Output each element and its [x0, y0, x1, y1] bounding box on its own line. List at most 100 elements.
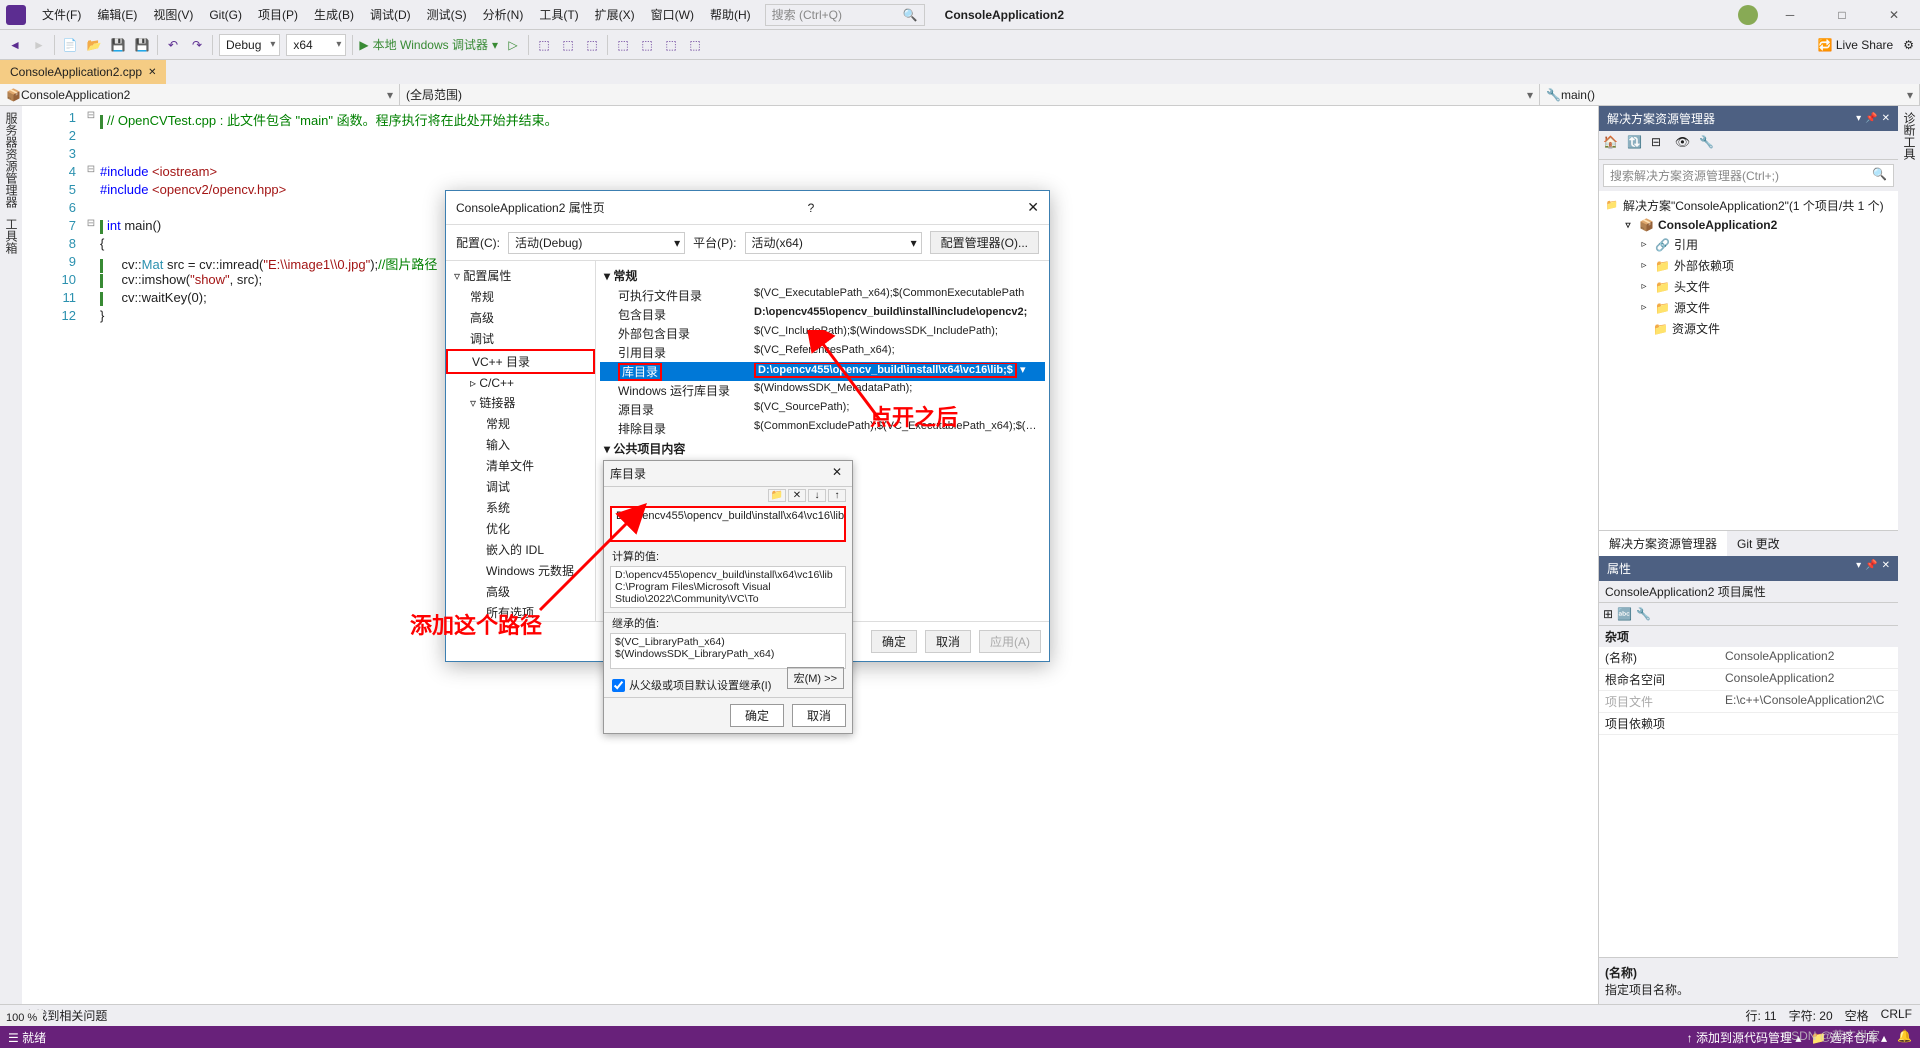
undo-icon[interactable]: ↶: [164, 36, 182, 54]
popup-new-icon[interactable]: 📁: [768, 489, 786, 502]
dialog-close-icon[interactable]: ✕: [1027, 199, 1039, 216]
menu-extensions[interactable]: 扩展(X): [587, 2, 643, 27]
tb-icon-4[interactable]: ⬚: [614, 36, 632, 54]
tree-debug[interactable]: 调试: [446, 328, 595, 349]
tab-solution-explorer[interactable]: 解决方案资源管理器: [1599, 531, 1727, 556]
sln-props-icon[interactable]: 🔧: [1699, 135, 1719, 155]
props-row-name[interactable]: (名称)ConsoleApplication2: [1599, 647, 1898, 669]
detail-row-exclude[interactable]: 排除目录$(CommonExcludePath);$(VC_Executable…: [600, 419, 1045, 438]
props-wrench-icon[interactable]: 🔧: [1636, 607, 1651, 621]
back-icon[interactable]: ◄: [6, 36, 24, 54]
user-avatar-icon[interactable]: [1738, 5, 1758, 25]
dialog-help-icon[interactable]: ?: [808, 201, 815, 215]
menu-window[interactable]: 窗口(W): [643, 2, 702, 27]
dialog-ok-button[interactable]: 确定: [871, 630, 917, 653]
detail-row-winrt[interactable]: Windows 运行库目录$(WindowsSDK_MetadataPath);: [600, 381, 1045, 400]
sln-showall-icon[interactable]: 👁: [1675, 135, 1695, 155]
tree-linker-manifest[interactable]: 清单文件: [446, 455, 595, 476]
global-search-input[interactable]: 搜索 (Ctrl+Q) 🔍: [765, 4, 925, 26]
tab-close-icon[interactable]: ✕: [148, 67, 156, 78]
tb-icon-2[interactable]: ⬚: [559, 36, 577, 54]
solution-search-input[interactable]: 搜索解决方案资源管理器(Ctrl+;)🔍: [1603, 164, 1894, 187]
admin-icon[interactable]: ⚙: [1903, 38, 1914, 52]
sln-collapse-icon[interactable]: ⊟: [1651, 135, 1671, 155]
menu-test[interactable]: 测试(S): [419, 2, 475, 27]
solution-tree[interactable]: 📁解决方案"ConsoleApplication2"(1 个项目/共 1 个) …: [1599, 191, 1898, 530]
maximize-icon[interactable]: □: [1822, 3, 1862, 27]
dialog-cancel-button[interactable]: 取消: [925, 630, 971, 653]
tree-linker-system[interactable]: 系统: [446, 497, 595, 518]
headers-node[interactable]: ▹📁 头文件: [1605, 276, 1892, 297]
detail-row-src[interactable]: 源目录$(VC_SourcePath);: [600, 400, 1045, 419]
notifications-icon[interactable]: 🔔: [1897, 1029, 1912, 1046]
menu-edit[interactable]: 编辑(E): [89, 2, 145, 27]
new-icon[interactable]: 📄: [61, 36, 79, 54]
popup-del-icon[interactable]: ✕: [788, 489, 806, 502]
menu-git[interactable]: Git(G): [201, 4, 250, 26]
panel-pin-icon[interactable]: 📌: [1865, 113, 1877, 124]
solution-root[interactable]: 📁解决方案"ConsoleApplication2"(1 个项目/共 1 个): [1605, 195, 1892, 216]
platform-select[interactable]: 活动(x64): [745, 232, 922, 254]
menu-view[interactable]: 视图(V): [145, 2, 201, 27]
sources-node[interactable]: ▹📁 源文件: [1605, 297, 1892, 318]
close-icon[interactable]: ✕: [1874, 3, 1914, 27]
panel-dropdown-icon[interactable]: ▾: [1856, 113, 1861, 124]
tree-general[interactable]: 常规: [446, 286, 595, 307]
detail-row-include[interactable]: 包含目录D:\opencv455\opencv_build\install\in…: [600, 305, 1045, 324]
tab-git-changes[interactable]: Git 更改: [1727, 531, 1790, 556]
props-row-rootns[interactable]: 根命名空间ConsoleApplication2: [1599, 669, 1898, 691]
props-az-icon[interactable]: 🔤: [1617, 607, 1632, 621]
tree-linker-general[interactable]: 常规: [446, 413, 595, 434]
fold-column[interactable]: ⊟⊟⊟: [82, 106, 100, 1004]
props-grid[interactable]: 杂项 (名称)ConsoleApplication2 根命名空间ConsoleA…: [1599, 626, 1898, 957]
status-eol[interactable]: CRLF: [1881, 1007, 1912, 1024]
config-combo[interactable]: Debug: [219, 34, 280, 56]
props-dropdown-icon[interactable]: ▾: [1856, 560, 1861, 577]
resources-node[interactable]: 📁 资源文件: [1605, 318, 1892, 339]
zoom-level[interactable]: 100 %: [0, 1010, 43, 1026]
editor-tab[interactable]: ConsoleApplication2.cpp ✕: [0, 60, 166, 84]
detail-row-extinc[interactable]: 外部包含目录$(VC_IncludePath);$(WindowsSDK_Inc…: [600, 324, 1045, 343]
tree-vcpp-dirs[interactable]: VC++ 目录: [446, 349, 595, 374]
menu-help[interactable]: 帮助(H): [702, 2, 759, 27]
panel-close-icon[interactable]: ✕: [1882, 113, 1890, 124]
tree-config-props[interactable]: ▿ 配置属性: [446, 265, 595, 286]
popup-close-icon[interactable]: ✕: [828, 465, 846, 482]
popup-down-icon[interactable]: ↓: [808, 489, 826, 502]
tree-linker-debug[interactable]: 调试: [446, 476, 595, 497]
platform-combo[interactable]: x64: [286, 34, 346, 56]
props-pin-icon[interactable]: 📌: [1865, 560, 1877, 577]
refs-node[interactable]: ▹🔗 引用: [1605, 234, 1892, 255]
dialog-titlebar[interactable]: ConsoleApplication2 属性页 ? ✕: [446, 191, 1049, 225]
nav-scope-project[interactable]: 📦 ConsoleApplication2: [0, 84, 400, 105]
config-manager-button[interactable]: 配置管理器(O)...: [930, 231, 1039, 254]
config-select[interactable]: 活动(Debug): [508, 232, 685, 254]
extdeps-node[interactable]: ▹📁 外部依赖项: [1605, 255, 1892, 276]
popup-cancel-button[interactable]: 取消: [792, 704, 846, 727]
forward-icon[interactable]: ►: [30, 36, 48, 54]
menu-debug[interactable]: 调试(D): [362, 2, 419, 27]
tree-linker-winmd[interactable]: Windows 元数据: [446, 560, 595, 581]
popup-ok-button[interactable]: 确定: [730, 704, 784, 727]
menu-build[interactable]: 生成(B): [306, 2, 362, 27]
tree-linker-input[interactable]: 输入: [446, 434, 595, 455]
props-close-icon[interactable]: ✕: [1882, 560, 1890, 577]
minimize-icon[interactable]: ─: [1770, 3, 1810, 27]
popup-macro-button[interactable]: 宏(M) >>: [787, 667, 844, 689]
menu-file[interactable]: 文件(F): [34, 2, 89, 27]
save-icon[interactable]: 💾: [109, 36, 127, 54]
toolbox-tab[interactable]: 工具箱: [2, 218, 20, 254]
tb-icon-6[interactable]: ⬚: [662, 36, 680, 54]
tree-cpp[interactable]: ▹ C/C++: [446, 374, 595, 392]
detail-row-lib[interactable]: 库目录D:\opencv455\opencv_build\install\x64…: [600, 362, 1045, 381]
live-share-button[interactable]: 🔁 Live Share: [1818, 38, 1894, 52]
sln-refresh-icon[interactable]: 🔃: [1627, 135, 1647, 155]
tb-icon-3[interactable]: ⬚: [583, 36, 601, 54]
props-cat-icon[interactable]: ⊞: [1603, 607, 1613, 621]
popup-path-input[interactable]: D:\opencv455\opencv_build\install\x64\vc…: [610, 506, 846, 542]
diagnostic-tools-tab[interactable]: 诊断工具: [1902, 112, 1916, 160]
nav-scope-global[interactable]: (全局范围): [400, 84, 1540, 105]
open-icon[interactable]: 📂: [85, 36, 103, 54]
tree-linker-opt[interactable]: 优化: [446, 518, 595, 539]
save-all-icon[interactable]: 💾: [133, 36, 151, 54]
